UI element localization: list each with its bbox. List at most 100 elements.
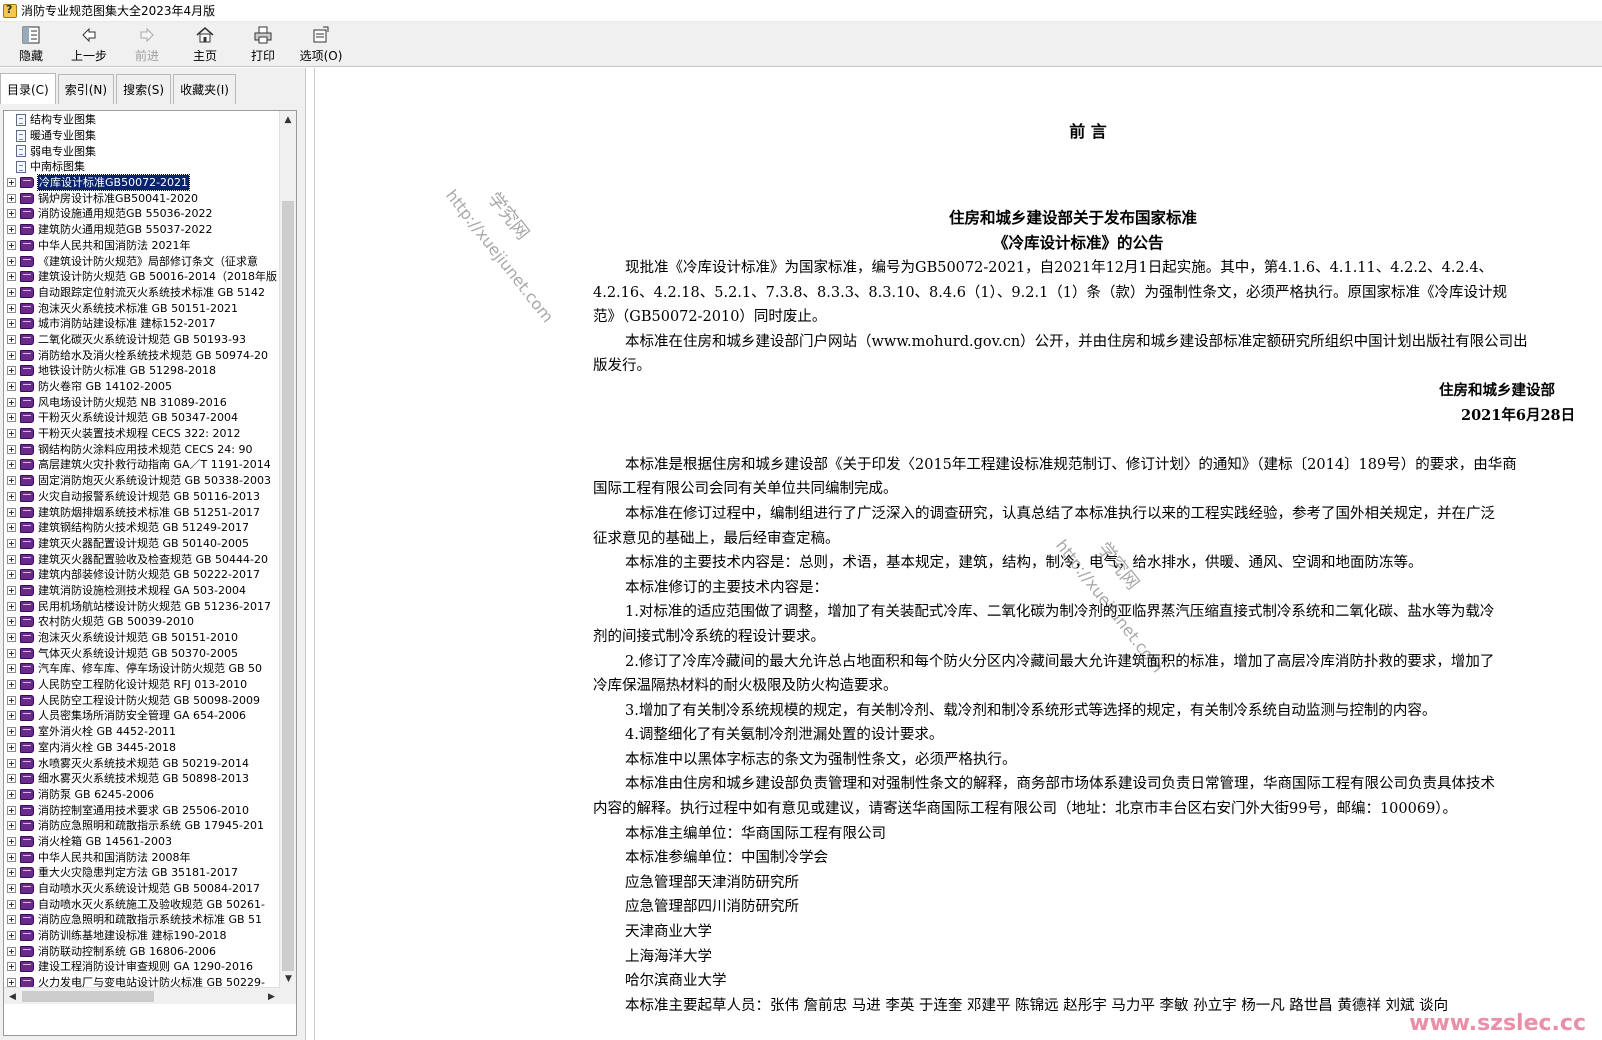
tree-item[interactable]: 气体灭火系统设计规范 GB 50370-2005 xyxy=(4,645,280,661)
expand-plus-icon[interactable] xyxy=(7,664,16,674)
expand-plus-icon[interactable] xyxy=(7,287,16,297)
expand-plus-icon[interactable] xyxy=(7,884,16,894)
options-button[interactable]: 选项(O) xyxy=(292,22,350,66)
tree-item[interactable]: 暖通专业图集 xyxy=(4,128,280,144)
expand-plus-icon[interactable] xyxy=(7,868,16,878)
tree-item[interactable]: 建筑内部装修设计防火规范 GB 50222-2017 xyxy=(4,567,280,583)
horizontal-scroll-thumb[interactable] xyxy=(22,991,154,1002)
scroll-left-arrow-icon[interactable]: ◀ xyxy=(4,988,21,1005)
tree-item[interactable]: 自动喷水灭火系统设计规范 GB 50084-2017 xyxy=(4,881,280,897)
tree-item[interactable]: 消防泵 GB 6245-2006 xyxy=(4,787,280,803)
tree-vertical-scrollbar[interactable]: ▲ ▼ xyxy=(279,111,296,987)
vertical-scroll-thumb[interactable] xyxy=(282,201,294,971)
forward-button[interactable]: 前进 xyxy=(118,22,176,66)
expand-plus-icon[interactable] xyxy=(7,978,16,988)
tree-item[interactable]: 自动喷水灭火系统施工及验收规范 GB 50261- xyxy=(4,896,280,912)
tree-item[interactable]: 建筑灭火器配置设计规范 GB 50140-2005 xyxy=(4,536,280,552)
expand-plus-icon[interactable] xyxy=(7,303,16,313)
tree-item[interactable]: 建筑消防设施检测技术规程 GA 503-2004 xyxy=(4,583,280,599)
tree-item[interactable]: 泡沫灭火系统设计规范 GB 50151-2010 xyxy=(4,630,280,646)
expand-plus-icon[interactable] xyxy=(7,491,16,501)
expand-plus-icon[interactable] xyxy=(7,931,16,941)
expand-plus-icon[interactable] xyxy=(7,648,16,658)
tree-item[interactable]: 二氧化碳灭火系统设计规范 GB 50193-93 xyxy=(4,332,280,348)
expand-plus-icon[interactable] xyxy=(7,209,16,219)
tree-item[interactable]: 风电场设计防火规范 NB 31089-2016 xyxy=(4,394,280,410)
hide-button[interactable]: 隐藏 xyxy=(2,22,60,66)
tree-item[interactable]: 消防控制室通用技术要求 GB 25506-2010 xyxy=(4,802,280,818)
expand-plus-icon[interactable] xyxy=(7,523,16,533)
tree-item[interactable]: 农村防火规范 GB 50039-2010 xyxy=(4,614,280,630)
tree-item[interactable]: 民用机场航站楼设计防火规范 GB 51236-2017 xyxy=(4,598,280,614)
tree-item[interactable]: 建筑设计防火规范 GB 50016-2014（2018年版 xyxy=(4,269,280,285)
tree-item[interactable]: 高层建筑火灾扑救行动指南 GA／T 1191-2014 xyxy=(4,457,280,473)
scroll-right-arrow-icon[interactable]: ▶ xyxy=(263,988,280,1005)
tree-item[interactable]: 细水雾灭火系统技术规范 GB 50898-2013 xyxy=(4,771,280,787)
tree-item[interactable]: 人民防空工程防化设计规范 RFJ 013-2010 xyxy=(4,677,280,693)
expand-plus-icon[interactable] xyxy=(7,585,16,595)
expand-plus-icon[interactable] xyxy=(7,382,16,392)
expand-plus-icon[interactable] xyxy=(7,507,16,517)
tree-item[interactable]: 钢结构防火涂料应用技术规范 CECS 24: 90 xyxy=(4,441,280,457)
expand-plus-icon[interactable] xyxy=(7,899,16,909)
back-button[interactable]: 上一步 xyxy=(60,22,118,66)
expand-plus-icon[interactable] xyxy=(7,836,16,846)
tab-search[interactable]: 搜索(S) xyxy=(116,74,172,104)
expand-plus-icon[interactable] xyxy=(7,476,16,486)
tree-item[interactable]: 锅炉房设计标准GB50041-2020 xyxy=(4,190,280,206)
expand-plus-icon[interactable] xyxy=(7,429,16,439)
tree-item[interactable]: 干粉灭火系统设计规范 GB 50347-2004 xyxy=(4,410,280,426)
expand-plus-icon[interactable] xyxy=(7,852,16,862)
expand-plus-icon[interactable] xyxy=(7,366,16,376)
expand-plus-icon[interactable] xyxy=(7,915,16,925)
tree-item[interactable]: 消防给水及消火栓系统技术规范 GB 50974-20 xyxy=(4,347,280,363)
expand-plus-icon[interactable] xyxy=(7,460,16,470)
expand-plus-icon[interactable] xyxy=(7,240,16,250)
tree-item[interactable]: 防火卷帘 GB 14102-2005 xyxy=(4,379,280,395)
expand-plus-icon[interactable] xyxy=(7,727,16,737)
tree-item[interactable]: 建筑钢结构防火技术规范 GB 51249-2017 xyxy=(4,520,280,536)
tree-item[interactable]: 重大火灾隐患判定方法 GB 35181-2017 xyxy=(4,865,280,881)
expand-plus-icon[interactable] xyxy=(7,570,16,580)
expand-plus-icon[interactable] xyxy=(7,193,16,203)
tree-item[interactable]: 消防训练基地建设标准 建标190-2018 xyxy=(4,928,280,944)
tree-item[interactable]: 建设工程消防设计审查规则 GA 1290-2016 xyxy=(4,959,280,975)
tree-item[interactable]: 建筑灭火器配置验收及检查规范 GB 50444-20 xyxy=(4,551,280,567)
tree-item[interactable]: 冷库设计标准GB50072-2021 xyxy=(4,174,280,192)
tree-item[interactable]: 室内消火栓 GB 3445-2018 xyxy=(4,740,280,756)
tab-contents[interactable]: 目录(C) xyxy=(0,73,56,104)
tree-item[interactable]: 固定消防炮灭火系统设计规范 GB 50338-2003 xyxy=(4,473,280,489)
expand-plus-icon[interactable] xyxy=(7,680,16,690)
tree-item[interactable]: 汽车库、修车库、停车场设计防火规范 GB 50 xyxy=(4,661,280,677)
tab-favorites[interactable]: 收藏夹(I) xyxy=(173,74,236,104)
expand-plus-icon[interactable] xyxy=(7,617,16,627)
tree-item[interactable]: 消防应急照明和疏散指示系统 GB 17945-201 xyxy=(4,818,280,834)
expand-plus-icon[interactable] xyxy=(7,538,16,548)
expand-plus-icon[interactable] xyxy=(7,413,16,423)
expand-plus-icon[interactable] xyxy=(7,633,16,643)
expand-plus-icon[interactable] xyxy=(7,695,16,705)
tree-item[interactable]: 中华人民共和国消防法 2021年 xyxy=(4,238,280,254)
tree-item[interactable]: 中南标图集 xyxy=(4,159,280,175)
expand-plus-icon[interactable] xyxy=(7,319,16,329)
expand-plus-icon[interactable] xyxy=(7,397,16,407)
tree-item[interactable]: 地铁设计防火标准 GB 51298-2018 xyxy=(4,363,280,379)
tree-item[interactable]: 建筑防火通用规范GB 55037-2022 xyxy=(4,222,280,238)
tree-item[interactable]: 城市消防站建设标准 建标152-2017 xyxy=(4,316,280,332)
tree-item[interactable]: 消防联动控制系统 GB 16806-2006 xyxy=(4,943,280,959)
tree-item[interactable]: 消防应急照明和疏散指示系统技术标准 GB 51 xyxy=(4,912,280,928)
expand-plus-icon[interactable] xyxy=(7,350,16,360)
scroll-down-arrow-icon[interactable]: ▼ xyxy=(280,970,296,987)
tree-item[interactable]: 水喷雾灭火系统技术规范 GB 50219-2014 xyxy=(4,755,280,771)
expand-plus-icon[interactable] xyxy=(7,272,16,282)
tree-item[interactable]: 消火栓箱 GB 14561-2003 xyxy=(4,834,280,850)
tree-item[interactable]: 人员密集场所消防安全管理 GA 654-2006 xyxy=(4,708,280,724)
tree-item[interactable]: 中华人民共和国消防法 2008年 xyxy=(4,849,280,865)
tree-item[interactable]: 结构专业图集 xyxy=(4,112,280,128)
expand-plus-icon[interactable] xyxy=(7,444,16,454)
tree-item[interactable]: 建筑防烟排烟系统技术标准 GB 51251-2017 xyxy=(4,504,280,520)
tab-index[interactable]: 索引(N) xyxy=(57,74,115,104)
expand-plus-icon[interactable] xyxy=(7,789,16,799)
expand-plus-icon[interactable] xyxy=(7,742,16,752)
tree-horizontal-scrollbar[interactable]: ◀ ▶ xyxy=(4,987,280,1004)
